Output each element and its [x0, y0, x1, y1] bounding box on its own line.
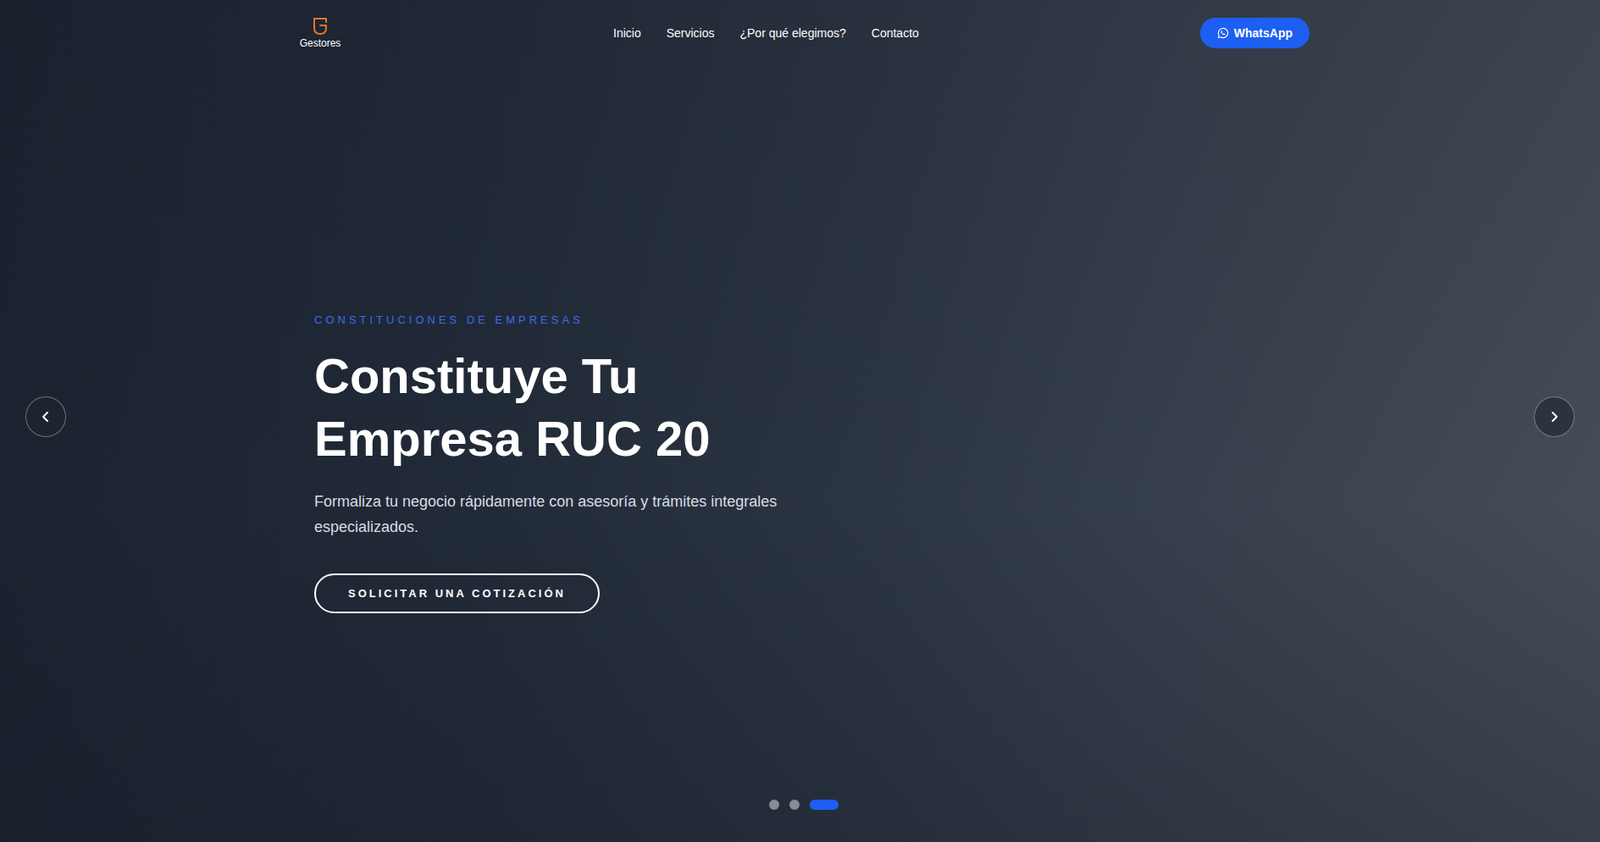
logo[interactable]: Gestores — [293, 16, 348, 50]
site-header: Gestores Inicio Servicios ¿Por qué elegimos… — [0, 0, 1600, 55]
hero-content: CONSTITUCIONES DE EMPRESAS Constituye TuE… — [0, 54, 1600, 614]
nav-item[interactable]: Contacto — [871, 26, 920, 40]
carousel-indicators — [769, 799, 839, 810]
nav-item[interactable]: Servicios — [666, 26, 715, 40]
nav-item[interactable]: Inicio — [613, 26, 642, 40]
hero-page: Gestores Inicio Servicios ¿Por qué elegimos… — [0, 0, 1600, 842]
logo-text: Gestores — [299, 37, 342, 50]
hero-overlay — [0, 0, 1600, 842]
whatsapp-icon — [1217, 27, 1230, 39]
logo-icon — [311, 16, 329, 36]
chevron-right-icon — [1548, 410, 1561, 423]
carousel-dot[interactable] — [809, 799, 839, 810]
whatsapp-button[interactable]: WhatsApp — [1200, 17, 1310, 49]
carousel-dot[interactable] — [769, 799, 780, 810]
carousel-dot[interactable] — [789, 799, 800, 810]
hero-title: Constituye TuEmpresa RUC 20 — [314, 344, 710, 471]
hero-description: Formaliza tu negocio rápidamente con ase… — [314, 488, 789, 540]
hero-eyebrow: CONSTITUCIONES DE EMPRESAS — [314, 313, 584, 327]
prev-slide-button[interactable] — [25, 396, 67, 438]
main-nav: Inicio Servicios ¿Por qué elegimos? Contact… — [613, 26, 920, 40]
nav-item[interactable]: ¿Por qué elegimos? — [739, 26, 846, 40]
chevron-left-icon — [39, 410, 52, 423]
quote-button[interactable]: SOLICITAR UNA COTIZACIÓN — [314, 573, 600, 614]
next-slide-button[interactable] — [1533, 396, 1575, 438]
